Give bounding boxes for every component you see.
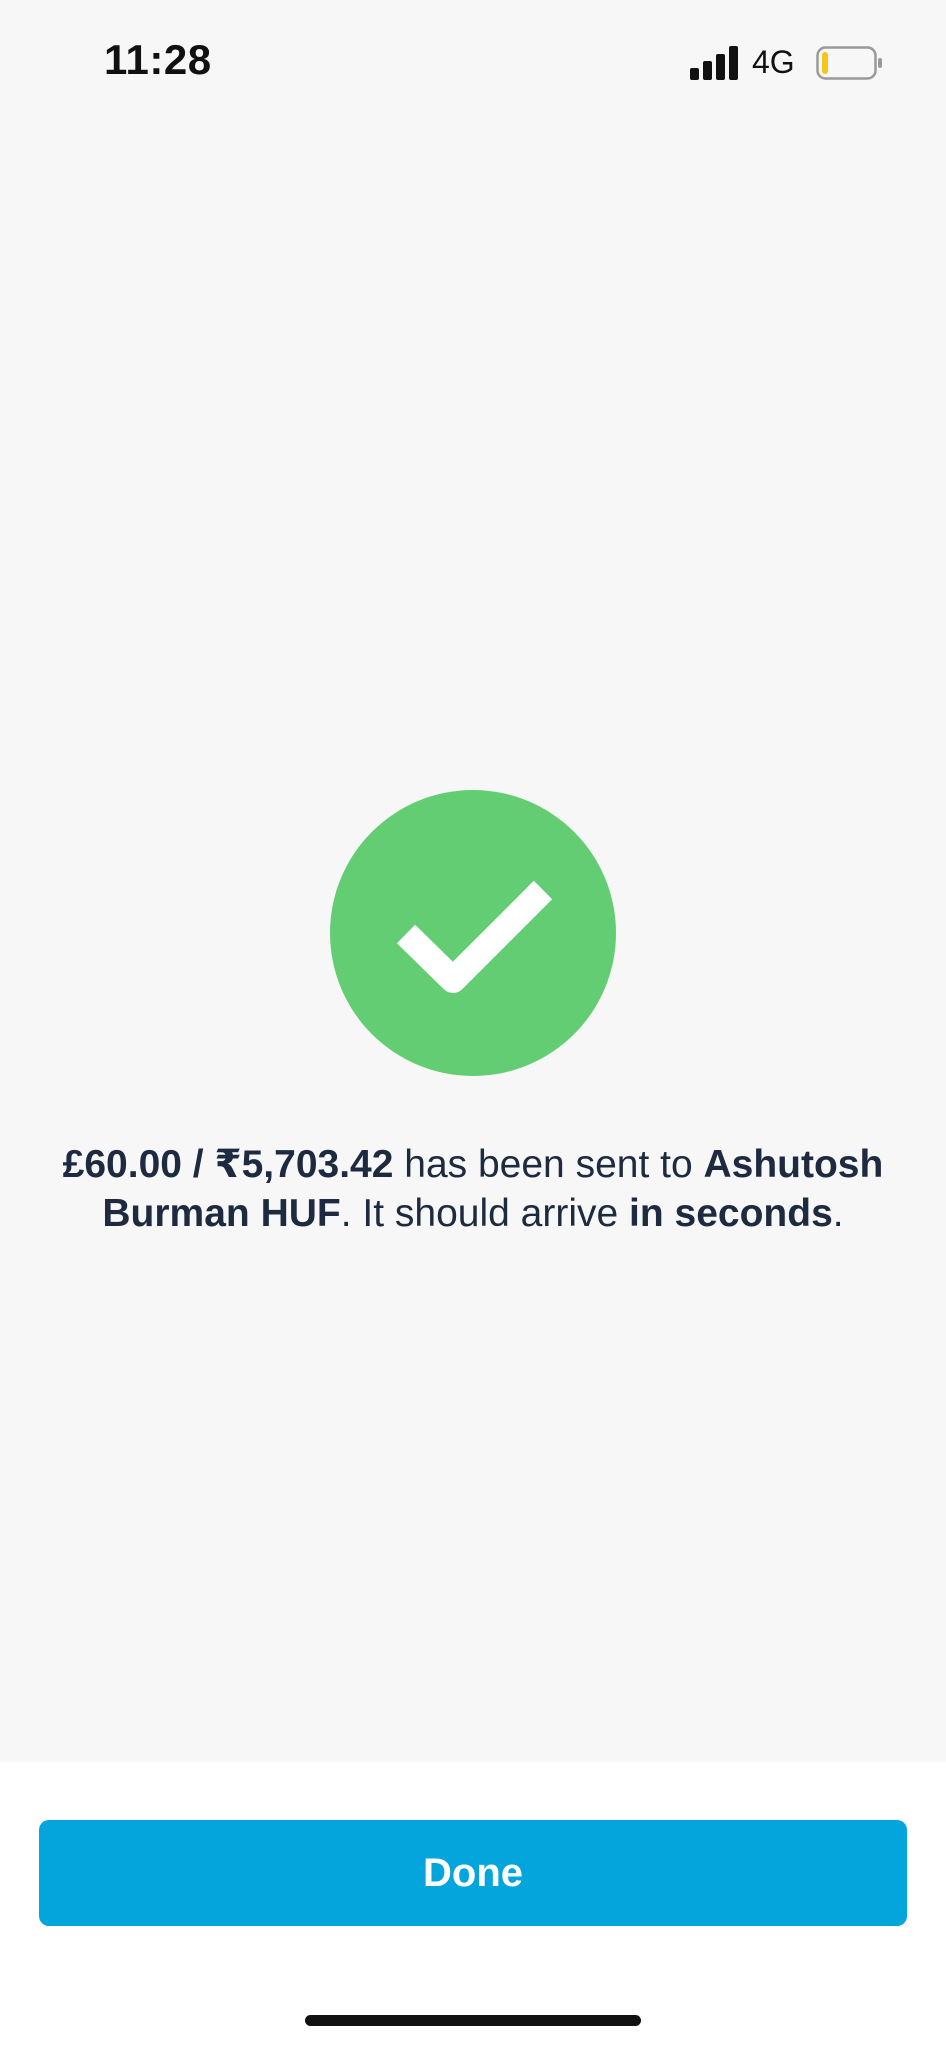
battery-low-icon [816, 46, 882, 80]
home-indicator[interactable] [305, 2015, 641, 2026]
message-end: . [832, 1192, 844, 1235]
arrival-time: in seconds [629, 1192, 833, 1235]
checkmark-icon [396, 880, 553, 993]
arrive-text: . It should arrive [340, 1192, 630, 1235]
status-time: 11:28 [104, 36, 212, 83]
done-button[interactable]: Done [39, 1820, 907, 1926]
network-type-label: 4G [752, 44, 795, 80]
sent-text: has been sent to [393, 1143, 704, 1186]
transfer-amount: £60.00 / ₹5,703.42 [62, 1143, 394, 1186]
cellular-signal-icon [690, 46, 738, 80]
confirmation-message: £60.00 / ₹5,703.42 has been sent to Ashu… [60, 1140, 886, 1238]
battery-level-fill [822, 52, 828, 74]
success-check-circle [330, 790, 616, 1076]
status-bar: 11:28 4G [0, 0, 946, 120]
